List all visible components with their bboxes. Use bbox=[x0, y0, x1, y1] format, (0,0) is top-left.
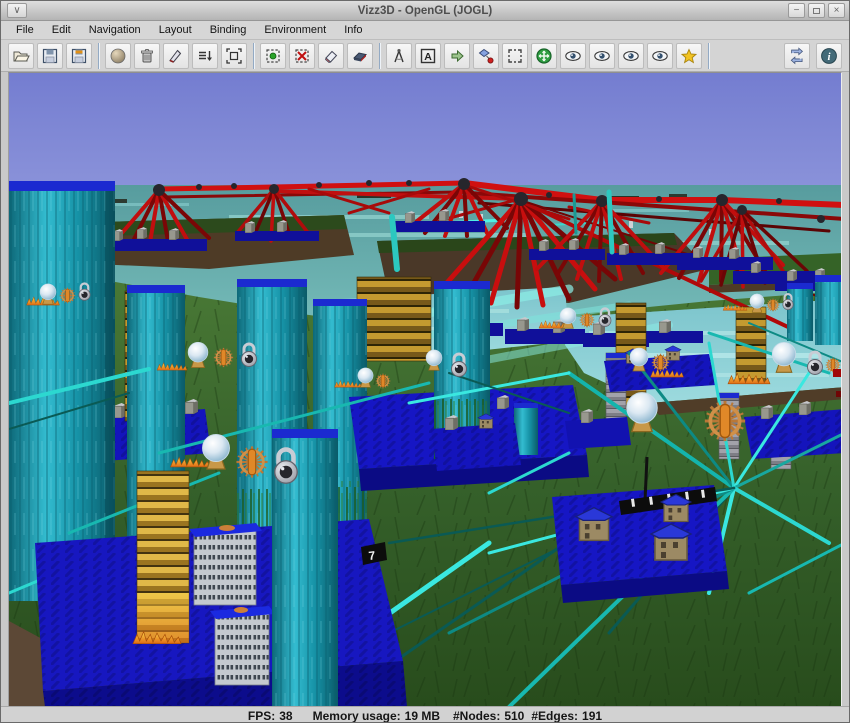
minimize-button[interactable]: − bbox=[788, 3, 805, 18]
app-window: ∨ Vizz3D - OpenGL (JOGL) − × File Edit N… bbox=[0, 0, 850, 723]
gear-icon bbox=[652, 354, 669, 371]
nodes-status: #Nodes:510 bbox=[453, 709, 524, 723]
gear-icon bbox=[60, 288, 76, 304]
gear-icon bbox=[376, 374, 391, 389]
marquee-select-button[interactable] bbox=[502, 43, 528, 69]
viewport-3d-canvas[interactable]: 7 bbox=[8, 72, 842, 706]
measure-button[interactable] bbox=[386, 43, 412, 69]
gear-icon bbox=[236, 446, 267, 477]
sort-layers-button[interactable] bbox=[192, 43, 218, 69]
close-button[interactable]: × bbox=[828, 3, 845, 18]
open-button[interactable] bbox=[8, 43, 34, 69]
gear-icon bbox=[767, 299, 780, 312]
visibility-labels-button[interactable] bbox=[618, 43, 644, 69]
selection-add-icon bbox=[264, 47, 282, 65]
eye-icon bbox=[622, 47, 640, 65]
forward-arrow-icon bbox=[448, 47, 466, 65]
window-title: Vizz3D - OpenGL (JOGL) bbox=[1, 5, 849, 17]
toolbar-separator bbox=[98, 43, 100, 69]
toolbar-separator bbox=[253, 43, 255, 69]
measure-icon bbox=[390, 47, 408, 65]
gear-icon bbox=[705, 401, 745, 441]
eraser-all-icon bbox=[351, 47, 369, 65]
fit-view-icon bbox=[225, 47, 243, 65]
menu-binding[interactable]: Binding bbox=[201, 22, 256, 38]
eye-icon bbox=[593, 47, 611, 65]
eraser-all-button[interactable] bbox=[347, 43, 373, 69]
center-view-button[interactable] bbox=[531, 43, 557, 69]
toolbar-separator bbox=[708, 43, 710, 69]
maximize-button[interactable] bbox=[808, 3, 825, 18]
selection-remove-button[interactable] bbox=[289, 43, 315, 69]
node-sphere-icon bbox=[109, 47, 127, 65]
eye-icon bbox=[651, 47, 669, 65]
visibility-metrics-button[interactable] bbox=[647, 43, 673, 69]
open-icon bbox=[12, 47, 30, 65]
fit-view-button[interactable] bbox=[221, 43, 247, 69]
menu-file[interactable]: File bbox=[7, 22, 43, 38]
svg-text:A: A bbox=[424, 51, 432, 63]
delete-button[interactable] bbox=[134, 43, 160, 69]
info-button[interactable]: i bbox=[816, 43, 842, 69]
sort-layers-icon bbox=[196, 47, 214, 65]
eraser-button[interactable] bbox=[318, 43, 344, 69]
menu-navigation[interactable]: Navigation bbox=[80, 22, 150, 38]
menu-environment[interactable]: Environment bbox=[255, 22, 335, 38]
center-view-icon bbox=[535, 47, 553, 65]
forward-button[interactable] bbox=[444, 43, 470, 69]
save-button[interactable] bbox=[37, 43, 63, 69]
eye-icon bbox=[564, 47, 582, 65]
menu-info[interactable]: Info bbox=[335, 22, 371, 38]
menu-bar: File Edit Navigation Layout Binding Envi… bbox=[1, 21, 849, 40]
text-labels-button[interactable]: A bbox=[415, 43, 441, 69]
scene-3d: 7 bbox=[9, 73, 842, 706]
add-node-button[interactable] bbox=[473, 43, 499, 69]
save-as-icon bbox=[70, 47, 88, 65]
menu-edit[interactable]: Edit bbox=[43, 22, 80, 38]
maximize-icon bbox=[813, 8, 820, 14]
favorites-button[interactable] bbox=[676, 43, 702, 69]
save-icon bbox=[41, 47, 59, 65]
text-labels-icon: A bbox=[419, 47, 437, 65]
fps-status: FPS:38 bbox=[248, 709, 293, 723]
reload-icon bbox=[788, 47, 806, 65]
menu-layout[interactable]: Layout bbox=[150, 22, 201, 38]
toolbar: A bbox=[1, 40, 849, 72]
selection-add-button[interactable] bbox=[260, 43, 286, 69]
sky bbox=[9, 73, 842, 193]
visibility-edges-button[interactable] bbox=[589, 43, 615, 69]
gear-icon bbox=[580, 313, 595, 328]
selection-remove-icon bbox=[293, 47, 311, 65]
save-as-button[interactable] bbox=[66, 43, 92, 69]
visibility-nodes-button[interactable] bbox=[560, 43, 586, 69]
gear-icon bbox=[214, 348, 233, 367]
status-bar: FPS:38 Memory usage:19 MB #Nodes:510 #Ed… bbox=[1, 706, 849, 723]
eraser-icon bbox=[322, 47, 340, 65]
edges-status: #Edges:191 bbox=[531, 709, 602, 723]
toolbar-separator bbox=[379, 43, 381, 69]
title-bar: ∨ Vizz3D - OpenGL (JOGL) − × bbox=[1, 1, 849, 21]
add-node-icon bbox=[477, 47, 495, 65]
trash-icon bbox=[138, 47, 156, 65]
memory-status: Memory usage:19 MB bbox=[313, 709, 440, 723]
window-menu-button[interactable]: ∨ bbox=[7, 3, 27, 18]
gold-tower bbox=[133, 471, 189, 644]
marquee-select-icon bbox=[506, 47, 524, 65]
star-icon bbox=[680, 47, 698, 65]
info-icon: i bbox=[820, 47, 838, 65]
cut-tool-icon bbox=[167, 47, 185, 65]
cut-tool-button[interactable] bbox=[163, 43, 189, 69]
node-sphere-button[interactable] bbox=[105, 43, 131, 69]
reload-button[interactable] bbox=[784, 43, 810, 69]
